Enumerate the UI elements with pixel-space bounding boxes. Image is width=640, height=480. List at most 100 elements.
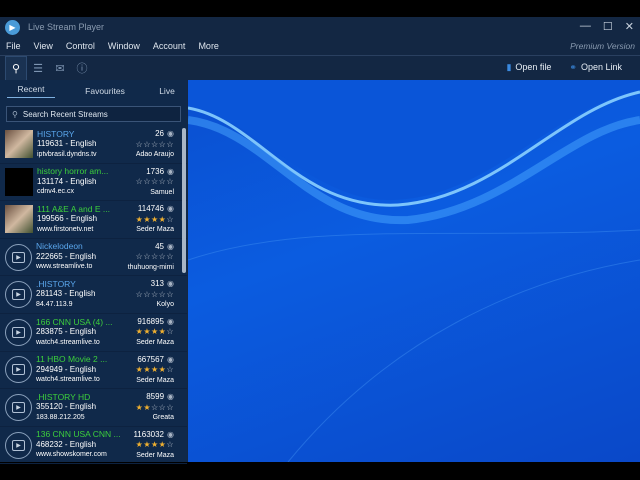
stream-tabs: Recent Favourites Live: [0, 80, 187, 102]
stream-user: Seder Maza: [136, 451, 174, 459]
stream-id-language: 283875 - English: [36, 327, 97, 337]
maximize-button[interactable]: ☐: [603, 20, 613, 33]
stream-name: 111 A&E A and E ...: [37, 203, 110, 214]
menu-bar: File View Control Window Account More Pr…: [0, 37, 640, 55]
scrollbar[interactable]: [182, 128, 186, 273]
star-rating[interactable]: ★★★★☆: [136, 215, 174, 226]
stream-name: history horror am...: [37, 166, 109, 177]
stream-url: www.showskomer.com: [36, 451, 107, 459]
title-bar: ▶ Live Stream Player — ☐ ✕: [0, 17, 640, 37]
view-count: 313: [150, 279, 165, 289]
star-rating[interactable]: ★★★★☆: [136, 327, 174, 338]
stream-list-item[interactable]: 111 A&E A and E ... 199566 - English www…: [0, 201, 187, 239]
stream-id-language: 355120 - English: [36, 402, 97, 412]
stream-id-language: 131174 - English: [37, 176, 97, 186]
messages-tab-button[interactable]: ✉: [49, 56, 71, 80]
stream-list-item[interactable]: ▶ .HISTORY 281143 - English 84.47.113.9 3…: [0, 276, 187, 314]
play-icon: ▶: [5, 356, 32, 384]
stream-list-item[interactable]: ▶ 166 CNN USA (4) ... 283875 - English wa…: [0, 314, 187, 352]
eye-icon: ◉: [167, 279, 174, 289]
stream-list: HISTORY 119631 - English iptvbrasil.dynd…: [0, 126, 187, 465]
star-rating[interactable]: ☆☆☆☆☆: [128, 252, 174, 263]
eye-icon: ◉: [167, 392, 174, 402]
background-wave-graphic: [188, 80, 640, 462]
video-area[interactable]: [188, 80, 640, 462]
eye-icon: ◉: [167, 241, 174, 251]
tab-favourites[interactable]: Favourites: [67, 86, 143, 96]
stream-list-item[interactable]: ▶ 11 HBO Movie 2 ... 294949 - English wat…: [0, 352, 187, 390]
stream-url: iptvbrasil.dyndns.tv: [37, 150, 97, 158]
stream-user: Kolyo: [156, 301, 174, 309]
stream-user: thuhuong-mimi: [127, 263, 174, 271]
stream-list-item[interactable]: HISTORY 119631 - English iptvbrasil.dynd…: [0, 126, 187, 164]
tab-recent[interactable]: Recent: [7, 84, 55, 98]
info-tab-button[interactable]: ⓘ: [71, 56, 93, 80]
eye-icon: ◉: [167, 129, 174, 138]
toolbar: ⚲ ☰ ✉ ⓘ ▮ Open file ⚭ Open Link: [0, 55, 640, 80]
contacts-tab-button[interactable]: ☰: [27, 56, 49, 80]
star-rating[interactable]: ☆☆☆☆☆: [136, 177, 174, 188]
stream-user: Seder Maza: [136, 226, 174, 234]
search-tab-button[interactable]: ⚲: [5, 56, 27, 80]
play-icon: ▶: [5, 393, 32, 421]
view-count: 1163032: [133, 429, 165, 439]
menu-control[interactable]: Control: [66, 41, 95, 51]
view-count: 26: [155, 129, 165, 138]
close-button[interactable]: ✕: [625, 20, 634, 33]
eye-icon: ◉: [167, 429, 174, 439]
view-count: 8599: [146, 392, 165, 402]
stream-list-item[interactable]: ▶ Nickelodeon 222665 - English www.stream…: [0, 239, 187, 277]
file-icon: ▮: [506, 62, 512, 72]
stream-url: watch4.streamlive.to: [36, 338, 100, 346]
minimize-button[interactable]: —: [580, 20, 591, 33]
edition-label: Premium Version: [570, 41, 635, 51]
play-icon: ▶: [5, 281, 32, 309]
stream-list-item[interactable]: ▶ .HISTORY HD 355120 - English 183.88.212…: [0, 389, 187, 427]
app-window: ▶ Live Stream Player — ☐ ✕ File View Con…: [0, 17, 640, 465]
menu-view[interactable]: View: [34, 41, 53, 51]
stream-list-item[interactable]: ▶ 136 CNN USA CNN ... 468232 - English ww…: [0, 427, 187, 465]
play-icon: ▶: [5, 431, 32, 459]
menu-account[interactable]: Account: [153, 41, 186, 51]
stream-name: Nickelodeon: [36, 241, 83, 252]
link-icon: ⚭: [569, 62, 577, 72]
search-icon: ⚲: [11, 63, 21, 75]
menu-more[interactable]: More: [198, 41, 219, 51]
tab-live[interactable]: Live: [147, 86, 187, 96]
menu-window[interactable]: Window: [108, 41, 140, 51]
open-link-button[interactable]: ⚭ Open Link: [569, 62, 622, 73]
stream-name: 166 CNN USA (4) ...: [36, 316, 113, 327]
open-file-button[interactable]: ▮ Open file: [506, 62, 551, 73]
stream-url: cdnv4.ec.cx: [37, 188, 74, 196]
star-rating[interactable]: ★★☆☆☆: [136, 403, 174, 414]
stream-url: watch4.streamlive.to: [36, 376, 100, 384]
view-count: 45: [155, 241, 165, 251]
star-rating[interactable]: ★★★★☆: [133, 440, 174, 451]
stream-url: 84.47.113.9: [36, 300, 73, 308]
stream-url: www.streamlive.to: [36, 263, 93, 271]
contacts-icon: ☰: [33, 62, 43, 75]
info-icon: ⓘ: [76, 63, 88, 75]
app-logo-icon: ▶: [5, 19, 20, 35]
open-file-label: Open file: [515, 62, 552, 72]
stream-user: Adao Araujo: [135, 151, 174, 158]
menu-file[interactable]: File: [6, 41, 21, 51]
stream-id-language: 222665 - English: [36, 251, 97, 261]
open-link-label: Open Link: [580, 62, 622, 72]
stream-id-language: 468232 - English: [36, 439, 97, 449]
search-placeholder: Search Recent Streams: [22, 109, 108, 119]
stream-user: Greata: [152, 414, 174, 422]
stream-list-item[interactable]: history horror am... 131174 - English cd…: [0, 164, 187, 202]
star-rating[interactable]: ☆☆☆☆☆: [136, 290, 174, 301]
stream-user: Seder Maza: [136, 376, 174, 384]
stream-id-language: 281143 - English: [36, 289, 96, 299]
search-input[interactable]: ⚲ Search Recent Streams: [6, 106, 181, 122]
stream-name: .HISTORY HD: [36, 391, 91, 402]
eye-icon: ◉: [167, 316, 174, 326]
star-rating[interactable]: ★★★★☆: [136, 365, 174, 376]
stream-thumbnail: [5, 205, 33, 234]
view-count: 916895: [137, 316, 165, 326]
star-rating[interactable]: ☆☆☆☆☆: [136, 140, 174, 151]
view-count: 1736: [146, 166, 165, 176]
eye-icon: ◉: [167, 204, 174, 214]
